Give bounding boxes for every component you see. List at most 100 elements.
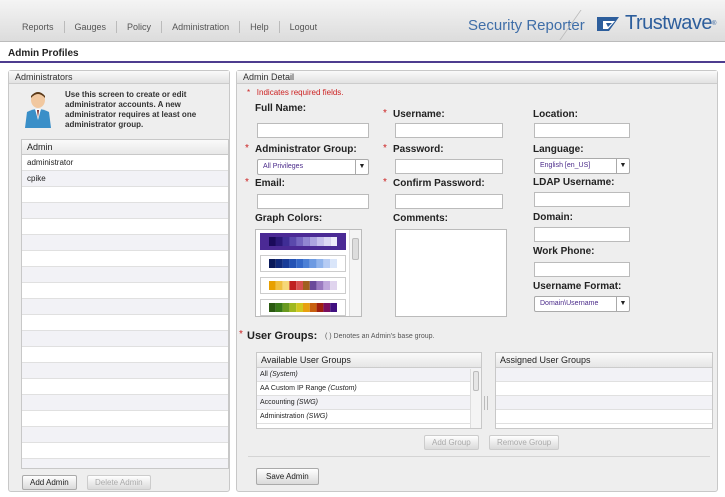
remove-group-button[interactable]: Remove Group [489, 435, 560, 450]
admin-list: Admin administrator cpike [21, 139, 229, 469]
domain-input[interactable] [534, 227, 630, 242]
username-format-select[interactable]: Domain\Username ▼ [534, 296, 630, 312]
available-user-groups-header: Available User Groups [257, 353, 481, 368]
page-title: Admin Profiles [8, 48, 79, 59]
password-input[interactable] [395, 159, 503, 174]
group-name: Administration [260, 413, 305, 420]
empty-row [22, 427, 228, 443]
chevron-down-icon: ▼ [355, 160, 368, 174]
empty-row [22, 411, 228, 427]
required-asterisk: * [247, 88, 251, 97]
required-asterisk: * [245, 143, 249, 154]
email-field[interactable] [257, 194, 369, 209]
required-asterisk: * [245, 177, 249, 188]
graph-colors-picker[interactable] [255, 229, 362, 317]
language-label: Language: [533, 144, 584, 155]
empty-row [22, 235, 228, 251]
nav-logout[interactable]: Logout [280, 21, 328, 33]
empty-row [22, 379, 228, 395]
empty-row [22, 315, 228, 331]
list-item[interactable]: AA Custom IP Range (Custom) [257, 382, 481, 396]
admin-group-value: All Privileges [263, 163, 304, 170]
nav-help[interactable]: Help [240, 21, 280, 33]
add-group-button[interactable]: Add Group [424, 435, 479, 450]
color-palette-warm[interactable] [260, 277, 346, 294]
nav-administration[interactable]: Administration [162, 21, 241, 33]
comments-label: Comments: [393, 213, 449, 224]
nav-gauges[interactable]: Gauges [65, 21, 118, 33]
email-label: Email: [255, 178, 286, 189]
chevron-down-icon: ▼ [616, 159, 629, 173]
confirm-password-input[interactable] [395, 194, 503, 209]
color-palette-green[interactable] [260, 299, 346, 316]
delete-admin-button[interactable]: Delete Admin [87, 475, 151, 490]
location-label: Location: [533, 109, 578, 120]
required-note-text: Indicates required fields. [256, 88, 344, 97]
admin-group-select[interactable]: All Privileges ▼ [257, 159, 369, 175]
required-asterisk: * [383, 177, 387, 188]
full-name-input[interactable] [257, 123, 369, 138]
admin-group-label: Administrator Group: [255, 144, 357, 155]
trustwave-logo: Trustwave ® [595, 12, 716, 35]
top-navigation-bar: Reports Gauges Policy Administration Hel… [0, 0, 725, 42]
scrollbar-thumb[interactable] [352, 238, 359, 260]
color-palette-blue[interactable] [260, 255, 346, 272]
trustwave-logo-icon [597, 16, 619, 31]
language-select[interactable]: English [en_US] ▼ [534, 158, 630, 174]
title-underline [0, 61, 725, 63]
graph-colors-scrollbar[interactable] [349, 230, 361, 316]
location-input[interactable] [534, 123, 630, 138]
empty-row [22, 267, 228, 283]
group-name: Accounting [260, 399, 295, 406]
empty-row [22, 443, 228, 459]
empty-row [22, 331, 228, 347]
palette-swatch-icon [269, 281, 337, 290]
color-palette-purple[interactable] [260, 233, 346, 250]
graph-colors-label: Graph Colors: [255, 213, 323, 224]
list-item[interactable]: cpike [22, 171, 228, 187]
username-input[interactable] [395, 123, 503, 138]
chevron-down-icon: ▼ [616, 297, 629, 311]
administrators-header: Administrators [9, 71, 229, 84]
username-format-label: Username Format: [533, 281, 622, 292]
required-note: * Indicates required fields. [247, 88, 344, 97]
list-item[interactable]: All (System) [257, 368, 481, 382]
work-phone-input[interactable] [534, 262, 630, 277]
password-label: Password: [393, 144, 444, 155]
domain-label: Domain: [533, 212, 573, 223]
username-label: Username: [393, 109, 445, 120]
user-groups-label: User Groups: [247, 330, 318, 342]
divider [248, 456, 710, 457]
group-type: (SWG) [296, 399, 318, 406]
required-asterisk: * [383, 143, 387, 154]
empty-row [496, 368, 712, 382]
empty-row [22, 203, 228, 219]
empty-row [22, 347, 228, 363]
ldap-username-label: LDAP Username: [533, 177, 615, 188]
list-item[interactable]: Accounting (SWG) [257, 396, 481, 410]
assigned-user-groups-list: Assigned User Groups [495, 352, 713, 429]
language-value: English [en_US] [540, 162, 591, 169]
intro-text: Use this screen to create or edit admini… [65, 90, 197, 129]
save-admin-button[interactable]: Save Admin [256, 468, 319, 485]
available-groups-scrollbar[interactable] [470, 369, 481, 428]
required-asterisk: * [239, 329, 243, 340]
nav-reports[interactable]: Reports [12, 21, 65, 33]
add-admin-button[interactable]: Add Admin [22, 475, 77, 490]
ldap-username-input[interactable] [534, 192, 630, 207]
scrollbar-thumb[interactable] [473, 371, 479, 391]
list-item[interactable]: Administration (SWG) [257, 410, 481, 424]
user-groups-note: ( ) Denotes an Admin's base group. [325, 333, 435, 340]
admin-detail-panel: Admin Detail * Indicates required fields… [236, 70, 718, 492]
comments-textarea[interactable] [395, 229, 507, 317]
list-item[interactable]: administrator [22, 155, 228, 171]
nav-policy[interactable]: Policy [117, 21, 163, 33]
work-phone-label: Work Phone: [533, 246, 595, 257]
empty-row [22, 251, 228, 267]
palette-swatch-icon [269, 303, 337, 312]
splitter-handle[interactable] [484, 396, 488, 410]
product-name: Security Reporter [468, 17, 585, 34]
empty-row [22, 283, 228, 299]
main-menu: Reports Gauges Policy Administration Hel… [12, 21, 327, 33]
admin-user-icon [25, 92, 51, 128]
